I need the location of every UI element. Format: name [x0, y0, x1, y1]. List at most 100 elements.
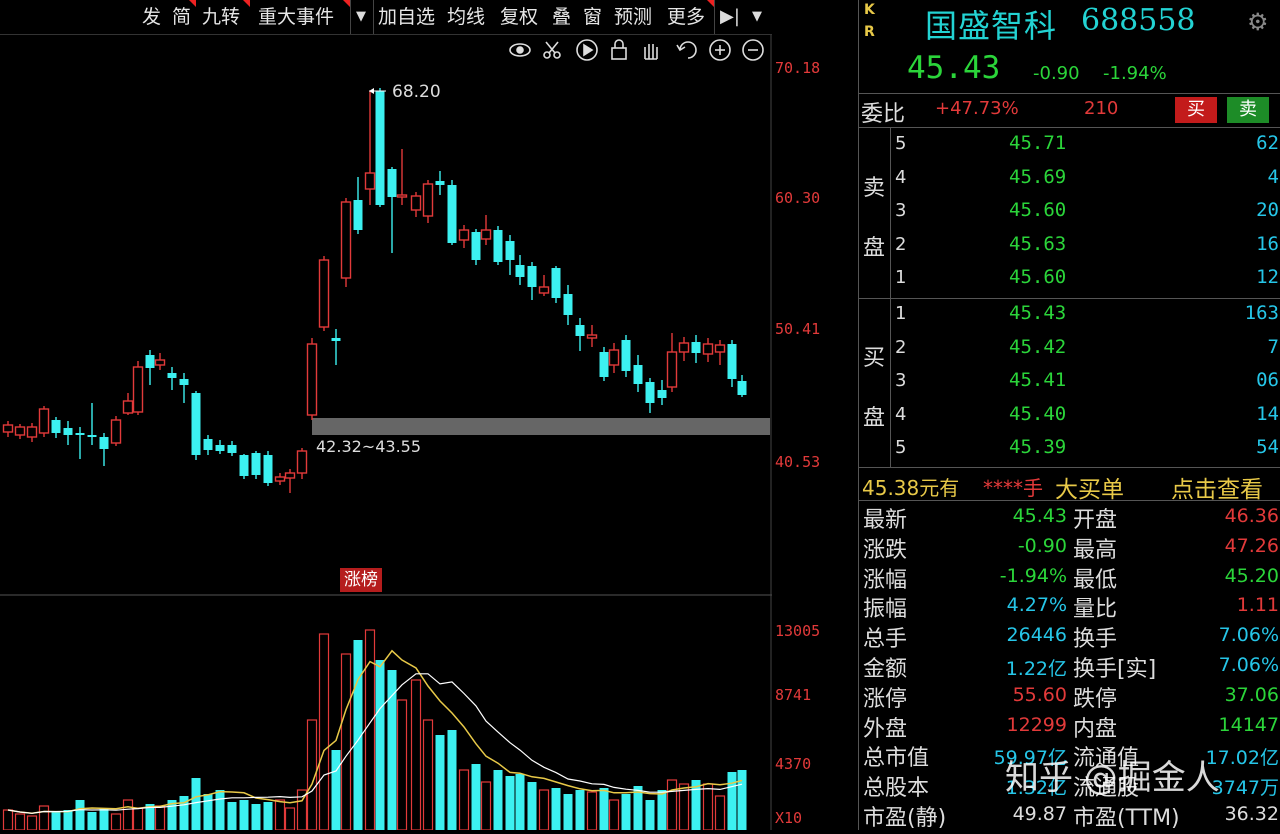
candle-body [396, 194, 408, 198]
stat-label: 最新 [863, 508, 908, 533]
kline-chart[interactable]: 68.20 42.32~43.55 70.18 60.30 50.41 40.5… [0, 35, 820, 831]
collapse-icon[interactable]: ▶| [720, 6, 740, 28]
candle-body [331, 338, 341, 341]
kline-svg[interactable]: 68.20 42.32~43.55 [0, 35, 772, 831]
sell-level: 2 [895, 233, 907, 255]
big-order-view-link[interactable]: 点击查看 [1171, 470, 1263, 504]
candle-body [353, 200, 363, 230]
toolbar-events-button[interactable]: 重大事件 [258, 3, 334, 31]
volume-bar [51, 812, 61, 830]
volume-bar [2, 809, 14, 831]
sell-volume: 20 [1256, 199, 1279, 221]
buy-button[interactable]: 买 [1175, 97, 1217, 123]
lock-icon[interactable] [611, 39, 627, 60]
buy-volume: 06 [1256, 369, 1279, 391]
toolbar-ma-button[interactable]: 均线 [447, 3, 485, 31]
volume-bar [227, 802, 237, 830]
candle-body [2, 424, 14, 433]
candle-body [666, 351, 678, 388]
sell-price[interactable]: 45.60 [1009, 266, 1066, 288]
stat-value: 46.36 [1224, 505, 1279, 527]
buy-price[interactable]: 45.40 [1009, 403, 1066, 425]
toolbar-jiuzhuan-button[interactable]: 九转 [202, 3, 240, 31]
toolbar-overlay-button[interactable]: 叠 [552, 3, 571, 31]
candle-body [167, 373, 177, 378]
big-order-volume: ****手 [983, 476, 1043, 500]
hand-icon[interactable] [644, 44, 658, 60]
candle-body [727, 344, 737, 379]
volume-bars [2, 629, 747, 831]
volume-bar [110, 813, 122, 831]
stat-label: 量比 [1073, 597, 1118, 623]
candle-body [51, 420, 61, 433]
sell-price[interactable]: 45.63 [1009, 233, 1066, 255]
buy-volume: 54 [1256, 436, 1279, 458]
toolbar-add-watchlist-button[interactable]: 加自选 [378, 3, 435, 31]
volume-bar [26, 815, 38, 831]
candle-body [471, 232, 481, 260]
stat-value: 3747万 [1211, 777, 1279, 800]
support-band [312, 418, 770, 435]
candle-body [318, 259, 330, 328]
volume-bar [422, 719, 434, 831]
stat-value: 14147 [1218, 713, 1279, 736]
toolbar-jian-button[interactable]: 简 [172, 3, 191, 31]
buy-level: 5 [895, 437, 907, 458]
eye-icon[interactable] [509, 43, 531, 57]
candle-body [527, 266, 537, 287]
big-order-bar[interactable]: 45.38元有 ****手 大买单 点击查看 [859, 468, 1280, 503]
toolbar-more-button[interactable]: 更多 [667, 3, 705, 31]
scissors-icon[interactable] [543, 41, 561, 59]
zhang-tag[interactable]: 涨榜 [340, 568, 382, 592]
sell-price[interactable]: 45.60 [1009, 199, 1066, 221]
flag-icon [243, 0, 250, 7]
volume-bar [154, 805, 166, 831]
sell-volume: 62 [1256, 132, 1279, 154]
sell-level: 5 [895, 133, 907, 154]
k-badge: K [864, 2, 875, 18]
toolbar-adjust-button[interactable]: 复权 [500, 3, 538, 31]
toolbar-window-button[interactable]: 窗 [583, 3, 602, 31]
sell-price[interactable]: 45.69 [1009, 166, 1066, 188]
buy-price[interactable]: 45.41 [1009, 369, 1066, 391]
big-order-price: 45.38元有 [862, 476, 960, 500]
volume-bar [375, 660, 385, 830]
sell-price[interactable]: 45.71 [1009, 132, 1066, 154]
stat-value: -0.90 [1017, 534, 1067, 557]
toolbar-forecast-button[interactable]: 预测 [614, 3, 652, 31]
candle-body [284, 472, 296, 479]
price-axis-label: 60.30 [775, 189, 821, 207]
zoom-in-icon[interactable] [709, 39, 731, 61]
volume-bar [331, 750, 341, 830]
volume-bar [458, 769, 470, 831]
volume-bar [396, 699, 408, 831]
chevron-down-icon[interactable]: ▼ [748, 6, 766, 28]
buy-side-label: 买 [863, 346, 886, 371]
buy-price[interactable]: 45.43 [1009, 302, 1066, 324]
sell-level: 4 [895, 166, 907, 188]
volume-bar [318, 633, 330, 831]
volume-bar [215, 790, 225, 830]
candle-body [714, 344, 726, 353]
volume-bar [666, 779, 678, 831]
chevron-down-icon[interactable]: ▼ [352, 6, 370, 28]
sell-button[interactable]: 卖 [1227, 97, 1269, 123]
sell-side-label: 卖 [863, 176, 886, 201]
buy-price[interactable]: 45.42 [1009, 336, 1066, 358]
gear-icon[interactable]: ⚙ [1247, 8, 1269, 36]
buy-price[interactable]: 45.39 [1009, 436, 1066, 458]
toolbar-fa-button[interactable]: 发 [142, 3, 161, 31]
candle-body [364, 172, 376, 190]
play-icon[interactable] [576, 39, 598, 61]
volume-bar [551, 788, 561, 830]
zoom-out-icon[interactable] [742, 39, 764, 61]
price-axis-label: 40.53 [775, 453, 821, 471]
candle-body [306, 343, 318, 416]
candle-body [608, 349, 620, 366]
candle-body [538, 286, 550, 294]
candle-body [645, 382, 655, 403]
stat-label: 总手 [863, 627, 908, 653]
undo-icon[interactable] [676, 41, 697, 59]
volume-bar [251, 804, 261, 830]
candle-body [263, 455, 273, 483]
